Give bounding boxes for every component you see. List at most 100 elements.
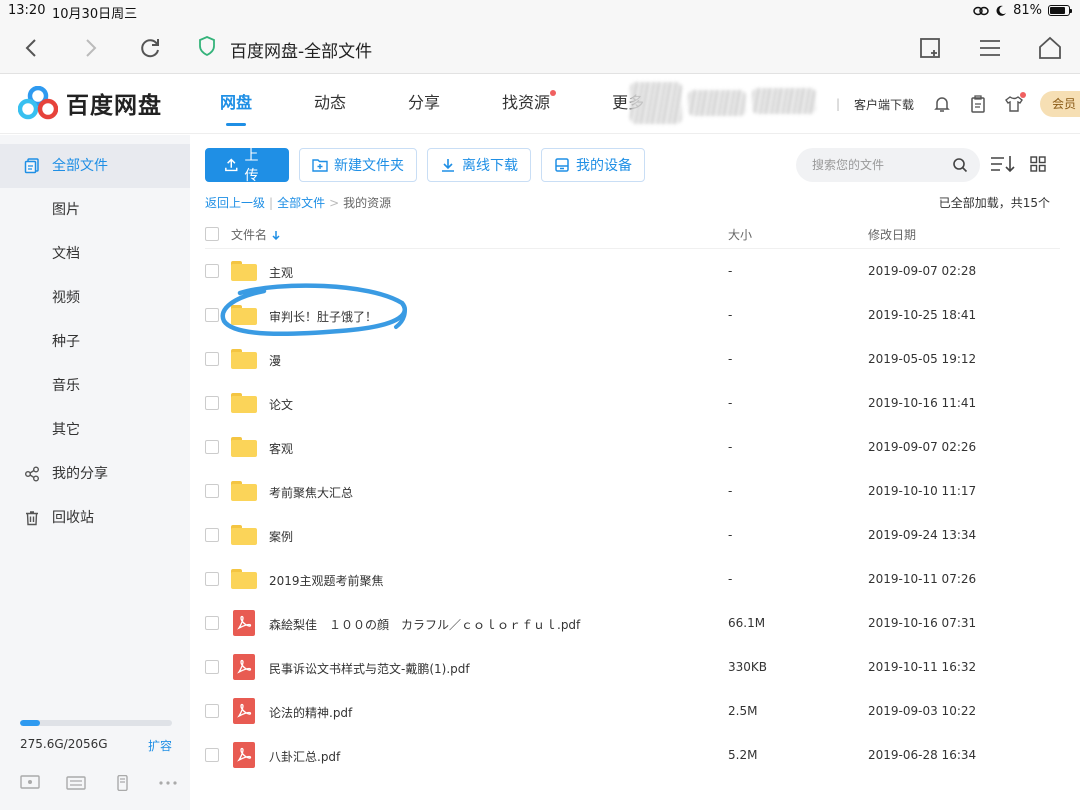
file-date: 2019-10-25 18:41 xyxy=(868,308,977,322)
row-checkbox[interactable] xyxy=(205,704,219,718)
table-row[interactable]: 主观 - 2019-09-07 02:28 xyxy=(205,249,1060,293)
sidebar-item-images[interactable]: 图片 xyxy=(0,188,190,232)
my-devices-button[interactable]: 我的设备 xyxy=(541,148,645,182)
file-name[interactable]: 审判长！肚子饿了！ xyxy=(269,308,377,325)
pdf-file-icon xyxy=(233,742,255,768)
nav-label: 找资源 xyxy=(502,93,551,112)
sidebar-item-label: 我的分享 xyxy=(52,466,108,482)
nav-netdisk[interactable]: 网盘 xyxy=(200,74,272,134)
column-size-header[interactable]: 大小 xyxy=(728,226,752,243)
client-download-link[interactable]: 客户端下载 xyxy=(854,96,914,113)
menu-icon[interactable] xyxy=(976,34,1004,62)
table-row[interactable]: 2019主观题考前聚焦 - 2019-10-11 07:26 xyxy=(205,557,1060,601)
breadcrumb-back[interactable]: 返回上一级 xyxy=(205,194,265,211)
back-icon[interactable] xyxy=(18,34,46,62)
screenshot-icon[interactable] xyxy=(916,34,944,62)
sidebar-item-torrents[interactable]: 种子 xyxy=(0,320,190,364)
table-row[interactable]: 民事诉讼文书样式与范文-戴鹏(1).pdf 330KB 2019-10-11 16:… xyxy=(205,645,1060,689)
new-folder-label: 新建文件夹 xyxy=(334,158,404,174)
nav-activity[interactable]: 动态 xyxy=(294,74,366,134)
sidebar-item-recycle-bin[interactable]: 回收站 xyxy=(0,496,190,540)
expand-storage-link[interactable]: 扩容 xyxy=(148,737,172,754)
offline-download-button[interactable]: 离线下载 xyxy=(427,148,531,182)
nav-label: 动态 xyxy=(314,93,347,112)
home-icon[interactable] xyxy=(1036,34,1064,62)
table-row[interactable]: 论文 - 2019-10-16 11:41 xyxy=(205,381,1060,425)
table-row[interactable]: 客观 - 2019-09-07 02:26 xyxy=(205,425,1060,469)
nav-share[interactable]: 分享 xyxy=(388,74,460,134)
table-row[interactable]: 森絵梨佳 １００の顔 カラフル／ｃｏｌｏｒｆｕｌ.pdf 66.1M 2019-10… xyxy=(205,601,1060,645)
table-row[interactable]: 八卦汇总.pdf 5.2M 2019-06-28 16:34 xyxy=(205,733,1060,777)
refresh-icon[interactable] xyxy=(136,34,164,62)
baidu-netdisk-logo-icon xyxy=(18,86,58,120)
nav-find-resources[interactable]: 找资源 xyxy=(482,74,570,134)
more-icon[interactable] xyxy=(158,775,178,791)
file-name[interactable]: 2019主观题考前聚焦 xyxy=(269,572,384,589)
file-name[interactable]: 论文 xyxy=(269,396,293,413)
pdf-file-icon xyxy=(233,698,255,724)
upload-button[interactable]: 上传 xyxy=(205,148,289,184)
column-name-header[interactable]: 文件名 xyxy=(231,226,281,243)
new-folder-button[interactable]: 新建文件夹 xyxy=(299,148,417,182)
row-checkbox[interactable] xyxy=(205,484,219,498)
file-name[interactable]: 案例 xyxy=(269,528,293,545)
row-checkbox[interactable] xyxy=(205,660,219,674)
upload-icon xyxy=(225,158,238,172)
row-checkbox[interactable] xyxy=(205,572,219,586)
file-name[interactable]: 主观 xyxy=(269,264,293,281)
row-checkbox[interactable] xyxy=(205,528,219,542)
file-name[interactable]: 民事诉讼文书样式与范文-戴鹏(1).pdf xyxy=(269,660,470,677)
sort-icon[interactable] xyxy=(990,155,1016,173)
bell-icon[interactable] xyxy=(932,94,952,114)
file-name[interactable]: 考前聚焦大汇总 xyxy=(269,484,353,501)
row-checkbox[interactable] xyxy=(205,308,219,322)
file-name[interactable]: 论法的精神.pdf xyxy=(269,704,352,721)
row-checkbox[interactable] xyxy=(205,440,219,454)
toolbar: 上传 新建文件夹 离线下载 我的设备 xyxy=(205,148,645,184)
status-time: 13:20 xyxy=(8,3,46,18)
redacted-username xyxy=(688,90,746,116)
row-checkbox[interactable] xyxy=(205,352,219,366)
table-row[interactable]: 论法的精神.pdf 2.5M 2019-09-03 10:22 xyxy=(205,689,1060,733)
file-icon xyxy=(231,435,257,459)
redacted-info xyxy=(752,88,816,114)
grid-view-icon[interactable] xyxy=(1030,156,1046,172)
file-size: - xyxy=(728,484,733,498)
breadcrumb-all-files[interactable]: 全部文件 xyxy=(277,194,325,211)
keyboard-icon[interactable] xyxy=(66,775,86,791)
sidebar-item-my-shares[interactable]: 我的分享 xyxy=(0,452,190,496)
search-input[interactable]: 搜索您的文件 xyxy=(796,148,980,182)
table-row[interactable]: 考前聚焦大汇总 - 2019-10-10 11:17 xyxy=(205,469,1060,513)
forward-icon[interactable] xyxy=(76,34,104,62)
sidebar-item-all-files[interactable]: 全部文件 xyxy=(0,144,190,188)
sidebar-item-music[interactable]: 音乐 xyxy=(0,364,190,408)
logo[interactable]: 百度网盘 xyxy=(18,86,162,120)
row-checkbox[interactable] xyxy=(205,616,219,630)
sidebar-item-other[interactable]: 其它 xyxy=(0,408,190,452)
table-row[interactable]: 审判长！肚子饿了！ - 2019-10-25 18:41 xyxy=(205,293,1060,337)
clipboard-icon[interactable] xyxy=(968,94,988,114)
file-name[interactable]: 森絵梨佳 １００の顔 カラフル／ｃｏｌｏｒｆｕｌ.pdf xyxy=(269,616,580,633)
table-row[interactable]: 案例 - 2019-09-24 13:34 xyxy=(205,513,1060,557)
browser-bar: 百度网盘-全部文件 xyxy=(0,22,1080,74)
mobile-icon[interactable] xyxy=(112,775,132,791)
search-icon[interactable] xyxy=(952,157,968,173)
file-name[interactable]: 客观 xyxy=(269,440,293,457)
row-checkbox[interactable] xyxy=(205,264,219,278)
sidebar-item-label: 图片 xyxy=(52,202,80,218)
sidebar-item-videos[interactable]: 视频 xyxy=(0,276,190,320)
select-all-checkbox[interactable] xyxy=(205,227,219,241)
file-name[interactable]: 漫 xyxy=(269,352,281,369)
skin-shirt-icon[interactable] xyxy=(1004,92,1026,114)
sidebar-item-documents[interactable]: 文档 xyxy=(0,232,190,276)
row-checkbox[interactable] xyxy=(205,396,219,410)
pc-client-icon[interactable] xyxy=(20,775,40,791)
file-name[interactable]: 八卦汇总.pdf xyxy=(269,748,340,765)
table-row[interactable]: 漫 - 2019-05-05 19:12 xyxy=(205,337,1060,381)
vip-button[interactable]: 会员 xyxy=(1040,91,1080,117)
file-icon xyxy=(231,303,257,327)
row-checkbox[interactable] xyxy=(205,748,219,762)
notification-dot xyxy=(550,90,557,96)
column-date-header[interactable]: 修改日期 xyxy=(868,226,916,243)
sidebar-item-label: 视频 xyxy=(52,290,80,306)
